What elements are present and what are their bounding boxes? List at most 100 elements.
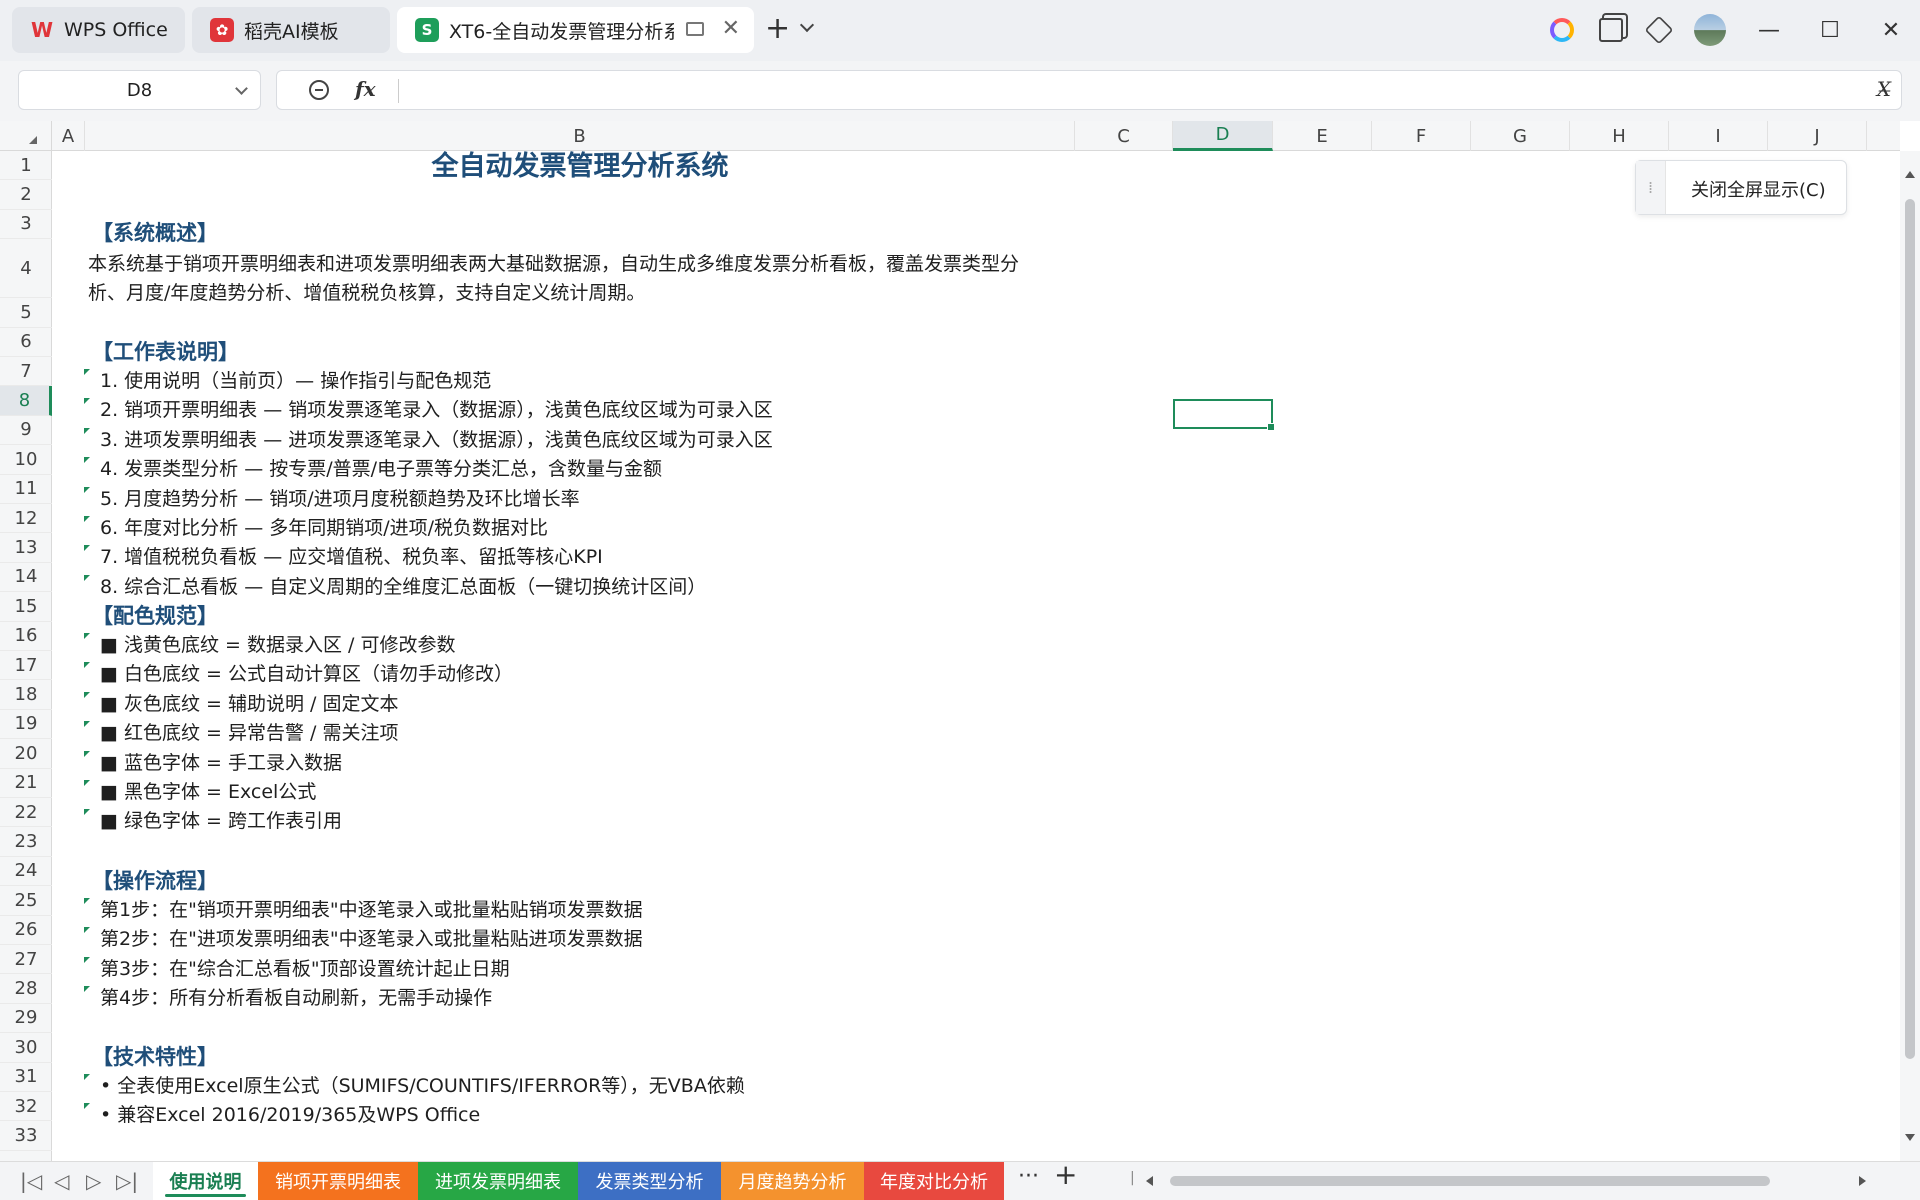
next-sheet-icon[interactable]: ▷ xyxy=(86,1170,101,1192)
scroll-up-icon[interactable] xyxy=(1905,171,1915,178)
sheet-tab-monthly-trend[interactable]: 月度趋势分析 xyxy=(721,1162,864,1200)
column-header-a[interactable]: A xyxy=(52,121,85,151)
row-header-14[interactable]: 14 xyxy=(0,563,52,593)
list-item[interactable]: • 兼容Excel 2016/2019/365及WPS Office xyxy=(100,1101,480,1130)
column-header-f[interactable]: F xyxy=(1372,121,1471,151)
close-window-button[interactable]: ✕ xyxy=(1876,15,1906,45)
overview-text[interactable]: 析、月度/年度趋势分析、增值税税负核算，支持自定义统计周期。 xyxy=(88,279,645,308)
list-item[interactable]: 7. 增值税税负看板 — 应交增值税、税负率、留抵等核心KPI xyxy=(100,543,603,572)
row-header-22[interactable]: 22 xyxy=(0,798,52,828)
formula-toggle-icon[interactable]: X̶ xyxy=(1877,77,1891,101)
list-item[interactable]: ■ 灰色底纹 = 辅助说明 / 固定文本 xyxy=(100,690,398,719)
row-header-24[interactable]: 24 xyxy=(0,857,52,887)
new-tab-button[interactable]: + xyxy=(765,14,790,44)
list-item[interactable]: 第4步：所有分析看板自动刷新，无需手动操作 xyxy=(100,984,492,1013)
list-item[interactable]: 6. 年度对比分析 — 多年同期销项/进项/税负数据对比 xyxy=(100,514,548,543)
row-header-25[interactable]: 25 xyxy=(0,886,52,916)
row-header-8[interactable]: 8 xyxy=(0,386,52,416)
row-header-15[interactable]: 15 xyxy=(0,592,52,622)
scrollbar-thumb[interactable] xyxy=(1905,199,1915,1059)
column-header-i[interactable]: I xyxy=(1669,121,1768,151)
name-box[interactable]: D8 xyxy=(18,70,261,110)
select-all-corner[interactable] xyxy=(0,121,52,151)
column-header-j[interactable]: J xyxy=(1768,121,1867,151)
tab-current-workbook[interactable]: S XT6-全自动发票管理分析系统 ✕ xyxy=(397,7,754,53)
monitor-icon[interactable] xyxy=(686,22,704,36)
row-header-2[interactable]: 2 xyxy=(0,180,52,210)
scrollbar-thumb[interactable] xyxy=(1170,1176,1770,1186)
tab-docer-ai[interactable]: ✿ 稻壳AI模板 xyxy=(192,7,390,53)
row-header-10[interactable]: 10 xyxy=(0,445,52,475)
list-item[interactable]: 1. 使用说明（当前页）— 操作指引与配色规范 xyxy=(100,367,491,396)
list-item[interactable]: 3. 进项发票明细表 — 进项发票逐笔录入（数据源），浅黄色底纹区域为可录入区 xyxy=(100,426,773,455)
row-header-27[interactable]: 27 xyxy=(0,945,52,975)
active-cell-d8[interactable] xyxy=(1173,399,1275,431)
prev-sheet-icon[interactable]: ◁ xyxy=(54,1170,69,1192)
drag-handle-icon[interactable]: ⁞ xyxy=(1636,161,1666,214)
scroll-left-icon[interactable] xyxy=(1146,1176,1153,1186)
list-item[interactable]: ■ 绿色字体 = 跨工作表引用 xyxy=(100,807,342,836)
exit-fullscreen-popup[interactable]: ⁞ 关闭全屏显示(C) xyxy=(1635,160,1847,215)
horizontal-scrollbar[interactable]: | xyxy=(1130,1170,1890,1192)
minimize-button[interactable]: — xyxy=(1754,15,1784,45)
sheet-title[interactable]: 全自动发票管理分析系统 xyxy=(85,152,1075,181)
row-header-23[interactable]: 23 xyxy=(0,827,52,857)
column-header-h[interactable]: H xyxy=(1570,121,1669,151)
section-heading[interactable]: 【工作表说明】 xyxy=(92,338,239,367)
scroll-right-icon[interactable] xyxy=(1859,1176,1866,1186)
list-item[interactable]: 5. 月度趋势分析 — 销项/进项月度税额趋势及环比增长率 xyxy=(100,485,580,514)
tab-wps-office[interactable]: W WPS Office xyxy=(12,7,185,53)
row-header-13[interactable]: 13 xyxy=(0,533,52,563)
sheet-tab-yearly-compare[interactable]: 年度对比分析 xyxy=(864,1162,1004,1200)
first-sheet-icon[interactable]: |◁ xyxy=(20,1170,42,1192)
section-heading[interactable]: 【配色规范】 xyxy=(92,602,218,631)
column-header-g[interactable]: G xyxy=(1471,121,1570,151)
list-item[interactable]: ■ 白色底纹 = 公式自动计算区（请勿手动修改） xyxy=(100,660,513,689)
row-header-5[interactable]: 5 xyxy=(0,298,52,328)
sheet-tab-purchase-invoices[interactable]: 进项发票明细表 xyxy=(418,1162,578,1200)
row-header-30[interactable]: 30 xyxy=(0,1033,52,1063)
last-sheet-icon[interactable]: ▷| xyxy=(116,1170,138,1192)
sheet-tab-usage[interactable]: 使用说明 xyxy=(153,1162,258,1200)
spreadsheet-grid[interactable]: A B C D E F G H I J 1 2 3 4 5 6 7 8 9 10 11 12 13 14 1… xyxy=(0,121,1920,1161)
row-header-21[interactable]: 21 xyxy=(0,769,52,798)
zoom-out-icon[interactable] xyxy=(309,80,329,100)
list-item[interactable]: 第2步：在"进项发票明细表"中逐笔录入或批量粘贴进项发票数据 xyxy=(100,925,643,954)
row-header-17[interactable]: 17 xyxy=(0,651,52,681)
chevron-down-icon[interactable] xyxy=(235,82,248,95)
row-header-19[interactable]: 19 xyxy=(0,710,52,740)
window-layout-icon[interactable] xyxy=(1599,18,1623,42)
row-header-26[interactable]: 26 xyxy=(0,916,52,945)
row-header-20[interactable]: 20 xyxy=(0,739,52,769)
add-sheet-button[interactable]: + xyxy=(1054,1161,1077,1189)
maximize-button[interactable]: ☐ xyxy=(1815,15,1845,45)
row-header-18[interactable]: 18 xyxy=(0,680,52,710)
list-item[interactable]: ■ 浅黄色底纹 = 数据录入区 / 可修改参数 xyxy=(100,631,455,660)
row-header-12[interactable]: 12 xyxy=(0,504,52,534)
cube-icon[interactable] xyxy=(1644,15,1674,45)
row-header-3[interactable]: 3 xyxy=(0,210,52,240)
list-item[interactable]: ■ 黑色字体 = Excel公式 xyxy=(100,778,316,807)
row-header-16[interactable]: 16 xyxy=(0,622,52,651)
list-item[interactable]: 8. 综合汇总看板 — 自定义周期的全维度汇总面板（一键切换统计区间） xyxy=(100,573,706,602)
list-item[interactable]: 第1步：在"销项开票明细表"中逐笔录入或批量粘贴销项发票数据 xyxy=(100,896,643,925)
row-header-33[interactable]: 33 xyxy=(0,1121,52,1151)
chevron-down-icon[interactable] xyxy=(799,17,815,33)
row-header-29[interactable]: 29 xyxy=(0,1004,52,1034)
row-header-7[interactable]: 7 xyxy=(0,357,52,387)
section-heading[interactable]: 【操作流程】 xyxy=(92,867,218,896)
row-header-4[interactable]: 4 xyxy=(0,239,52,299)
section-heading[interactable]: 【系统概述】 xyxy=(92,219,218,248)
more-sheets-icon[interactable]: ··· xyxy=(1018,1166,1039,1188)
column-header-b[interactable]: B xyxy=(85,121,1075,151)
column-header-d[interactable]: D xyxy=(1173,121,1273,151)
sheet-tab-sales-invoices[interactable]: 销项开票明细表 xyxy=(258,1162,418,1200)
row-header-11[interactable]: 11 xyxy=(0,475,52,504)
row-header-9[interactable]: 9 xyxy=(0,416,52,446)
list-item[interactable]: ■ 蓝色字体 = 手工录入数据 xyxy=(100,749,342,778)
list-item[interactable]: ■ 红色底纹 = 异常告警 / 需关注项 xyxy=(100,719,398,748)
sheet-tab-invoice-types[interactable]: 发票类型分析 xyxy=(578,1162,721,1200)
list-item[interactable]: • 全表使用Excel原生公式（SUMIFS/COUNTIFS/IFERROR等… xyxy=(100,1072,745,1101)
column-header-c[interactable]: C xyxy=(1075,121,1173,151)
avatar[interactable] xyxy=(1694,14,1726,46)
